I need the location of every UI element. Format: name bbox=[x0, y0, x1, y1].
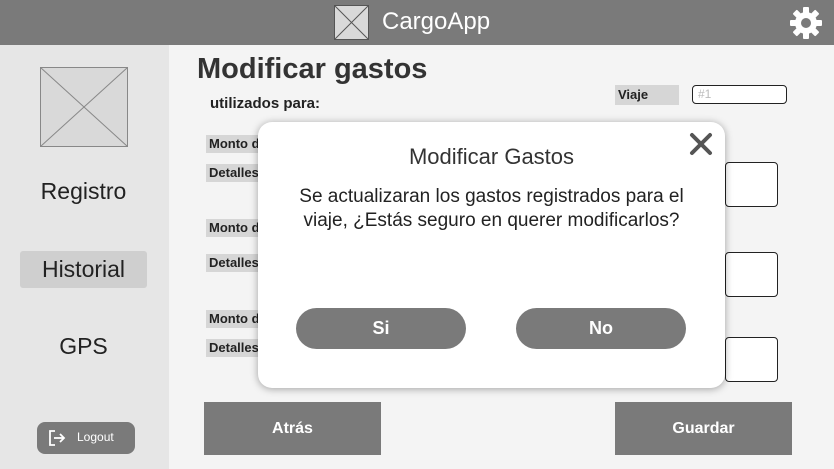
viaje-input[interactable]: #1 bbox=[692, 85, 787, 104]
sidebar-item-registro[interactable]: Registro bbox=[20, 173, 147, 210]
viaje-label: Viaje bbox=[615, 85, 679, 105]
avatar bbox=[40, 67, 128, 147]
sidebar: Registro Historial GPS Logout bbox=[0, 45, 169, 469]
monto-label-3: Monto de bbox=[206, 310, 266, 328]
logout-button[interactable]: Logout bbox=[37, 422, 135, 454]
page-subtitle: utilizados para: bbox=[210, 95, 321, 112]
no-button[interactable]: No bbox=[516, 308, 686, 349]
yes-button[interactable]: Si bbox=[296, 308, 466, 349]
dialog-title: Modificar Gastos bbox=[408, 144, 575, 169]
page-title: Modificar gastos bbox=[197, 53, 428, 85]
monto-label-2: Monto de bbox=[206, 219, 266, 237]
sidebar-item-gps[interactable]: GPS bbox=[20, 328, 147, 365]
back-button[interactable]: Atrás bbox=[204, 402, 381, 455]
top-bar: CargoApp bbox=[0, 0, 834, 45]
app-title: CargoApp bbox=[382, 8, 491, 35]
gear-icon[interactable] bbox=[788, 5, 824, 41]
close-icon[interactable] bbox=[688, 131, 714, 157]
logout-icon bbox=[49, 430, 66, 446]
logout-label: Logout bbox=[77, 430, 114, 444]
detalles-input-2[interactable] bbox=[725, 252, 778, 297]
save-button[interactable]: Guardar bbox=[615, 402, 792, 455]
detalles-label-2: Detalles bbox=[206, 254, 266, 272]
monto-label-1: Monto de bbox=[206, 135, 266, 153]
image-placeholder-icon bbox=[334, 5, 369, 40]
confirm-dialog: Modificar Gastos Se actualizaran los gas… bbox=[258, 122, 725, 388]
detalles-label-1: Detalles bbox=[206, 164, 266, 182]
dialog-message: Se actualizaran los gastos registrados p… bbox=[299, 186, 684, 231]
detalles-input-1[interactable] bbox=[725, 162, 778, 207]
detalles-input-3[interactable] bbox=[725, 337, 778, 382]
sidebar-item-historial[interactable]: Historial bbox=[20, 251, 147, 288]
detalles-label-3: Detalles bbox=[206, 339, 266, 357]
